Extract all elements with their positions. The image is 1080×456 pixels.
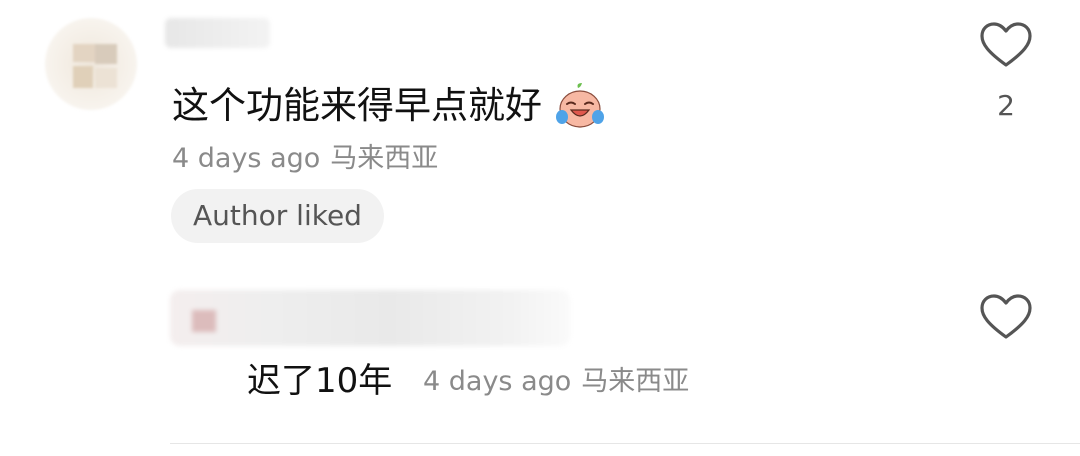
like-count: 2: [997, 89, 1015, 122]
author-liked-badge: Author liked: [171, 189, 384, 243]
reply-meta: 4 days ago 马来西亚: [423, 360, 689, 404]
avatar[interactable]: [45, 18, 137, 110]
reply-time: 4 days ago: [423, 366, 572, 397]
comment-location: 马来西亚: [330, 143, 439, 174]
avatar[interactable]: [192, 310, 216, 332]
comment-body[interactable]: 这个功能来得早点就好: [172, 80, 604, 132]
like-heart-icon[interactable]: [978, 18, 1034, 74]
comment-text: 这个功能来得早点就好: [172, 84, 542, 127]
divider: [170, 443, 1080, 444]
reply-user-blurred[interactable]: [170, 290, 570, 346]
reply-text[interactable]: 迟了10年: [247, 356, 392, 406]
reply-like-heart-icon[interactable]: [978, 290, 1034, 346]
username-blurred[interactable]: [165, 18, 270, 48]
crying-laughing-face-icon: [556, 82, 604, 130]
comments-panel: 这个功能来得早点就好 4 days ago 马来西亚 Author liked 2…: [0, 0, 1080, 456]
reply-location: 马来西亚: [581, 366, 690, 397]
comment-meta: 4 days ago 马来西亚: [172, 137, 438, 181]
comment-time: 4 days ago: [172, 143, 321, 174]
